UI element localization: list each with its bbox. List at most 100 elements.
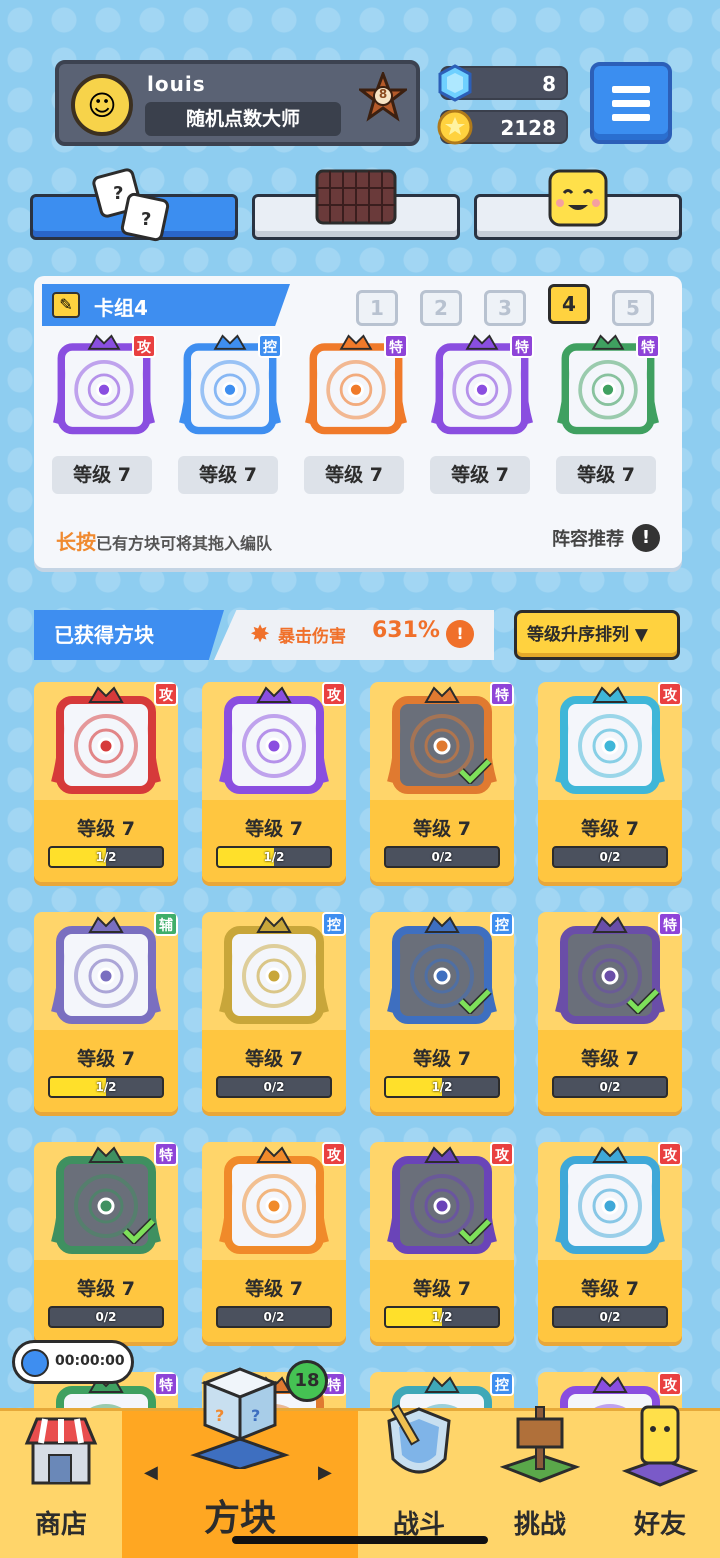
block-card[interactable]: 攻等级 7 1/2 <box>370 1142 514 1342</box>
nav-challenge[interactable]: 挑战 <box>480 1406 600 1558</box>
crit-label: 暴击伤害 <box>278 627 346 647</box>
level-label: 等级 7 <box>581 818 639 840</box>
block-frame-icon <box>554 686 666 798</box>
sort-button[interactable]: 等级升序排列 ▼ <box>514 610 680 660</box>
deck-card[interactable]: 特 等级 7 <box>304 334 408 494</box>
tab-emoji[interactable] <box>474 169 682 240</box>
right-arrow-icon[interactable]: ▶ <box>318 1462 332 1483</box>
block-card[interactable]: 攻等级 7 0/2 <box>538 682 682 882</box>
block-card[interactable]: 特等级 7 0/2 <box>370 682 514 882</box>
block-frame-icon <box>554 1146 666 1258</box>
deck-card[interactable]: 控 等级 7 <box>178 334 282 494</box>
block-frame-icon <box>50 686 162 798</box>
progress-bar: 1/2 <box>384 1076 500 1098</box>
deck-card[interactable]: 特 等级 7 <box>556 334 660 494</box>
block-card[interactable]: 攻等级 7 1/2 <box>34 682 178 882</box>
nav-shop-label: 商店 <box>34 1510 87 1540</box>
type-badge: 攻 <box>490 1142 514 1166</box>
deck-title-bar[interactable]: ✎ 卡组4 <box>42 284 290 326</box>
block-frame-icon: 特 <box>304 334 408 438</box>
type-badge: 攻 <box>154 682 178 706</box>
type-badge: 特 <box>636 334 660 358</box>
info-icon: ! <box>632 524 660 552</box>
dropdown-arrow-icon: ▼ <box>634 625 648 645</box>
block-card[interactable]: 攻等级 7 0/2 <box>538 1142 682 1342</box>
deck-card[interactable]: 特 等级 7 <box>430 334 534 494</box>
deck-number-button[interactable]: 4 <box>548 284 590 324</box>
type-badge: 辅 <box>154 912 178 936</box>
nav-shop[interactable]: 商店 <box>0 1411 122 1558</box>
avatar[interactable]: ☺ <box>71 74 133 136</box>
type-badge: 特 <box>384 334 408 358</box>
block-card[interactable]: 特等级 7 0/2 <box>34 1142 178 1342</box>
progress-text: 0/2 <box>599 850 621 864</box>
hint-highlight: 长按 <box>56 530 96 554</box>
block-frame-icon: 攻 <box>52 334 156 438</box>
block-card[interactable]: 攻等级 7 1/2 <box>202 682 346 882</box>
stopwatch-icon <box>21 1349 49 1377</box>
tab-dice[interactable]: ? ? <box>30 168 238 242</box>
menu-button[interactable] <box>590 62 672 144</box>
progress-text: 0/2 <box>263 1080 285 1094</box>
type-badge: 特 <box>510 334 534 358</box>
block-card[interactable]: 控等级 7 0/2 <box>202 912 346 1112</box>
lineup-recommend-button[interactable]: 阵容推荐 ! <box>552 524 660 552</box>
deck-number-button[interactable]: 3 <box>484 290 526 326</box>
progress-bar: 1/2 <box>384 1306 500 1328</box>
type-badge: 攻 <box>322 1142 346 1166</box>
block-card[interactable]: 攻等级 7 0/2 <box>202 1142 346 1342</box>
block-card[interactable]: 辅等级 7 1/2 <box>34 912 178 1112</box>
card-band <box>34 1260 178 1342</box>
crit-info-icon[interactable]: ! <box>446 620 474 648</box>
gem-counter[interactable]: 8 <box>438 64 568 102</box>
deck-card[interactable]: 攻 等级 7 <box>52 334 156 494</box>
progress-text: 0/2 <box>599 1310 621 1324</box>
deck-hint: 长按已有方块可将其拖入编队 <box>56 526 272 555</box>
progress-bar: 0/2 <box>216 1306 332 1328</box>
type-badge: 特 <box>154 1142 178 1166</box>
deck-number-button[interactable]: 1 <box>356 290 398 326</box>
crit-damage-panel[interactable]: ✸ 暴击伤害 631% ! <box>214 610 494 660</box>
progress-bar: 0/2 <box>552 1076 668 1098</box>
crit-value: 631% <box>372 618 440 643</box>
deck-number-button[interactable]: 2 <box>420 290 462 326</box>
owned-header: 已获得方块 ✸ 暴击伤害 631% ! <box>34 610 494 660</box>
dice-icon: ? ? <box>92 168 170 242</box>
coin-count: 2128 <box>500 116 556 140</box>
deck-number-button[interactable]: 5 <box>612 290 654 326</box>
left-arrow-icon[interactable]: ◀ <box>144 1462 158 1483</box>
edit-pencil-icon[interactable]: ✎ <box>52 292 80 318</box>
lineup-label: 阵容推荐 <box>552 529 624 550</box>
type-badge: 特 <box>658 912 682 936</box>
nav-friends[interactable]: 好友 <box>600 1405 720 1558</box>
home-indicator[interactable] <box>232 1536 488 1544</box>
board-icon <box>315 169 397 225</box>
profile-panel[interactable]: ☺ louis 随机点数大师 8 <box>55 60 420 146</box>
block-frame-icon: 特 <box>430 334 534 438</box>
blocks-pedestal-icon: ? ? <box>190 1367 290 1469</box>
level-label: 等级 7 <box>77 1048 135 1070</box>
tab-board[interactable] <box>252 169 460 240</box>
level-label: 等级 7 <box>52 456 152 494</box>
coin-counter[interactable]: 2128 <box>437 109 568 145</box>
menu-icon-line <box>612 100 650 107</box>
type-badge: 攻 <box>658 1142 682 1166</box>
shield-icon <box>387 1404 451 1474</box>
type-badge: 特 <box>154 1372 178 1396</box>
block-card[interactable]: 特等级 7 0/2 <box>538 912 682 1112</box>
rank-badge: 8 <box>356 69 410 124</box>
type-badge: 控 <box>490 1372 514 1396</box>
level-label: 等级 7 <box>556 456 656 494</box>
progress-text: 1/2 <box>263 850 285 864</box>
owned-label: 已获得方块 <box>34 610 224 660</box>
burst-icon: ✸ <box>250 620 271 648</box>
level-label: 等级 7 <box>413 1278 471 1300</box>
progress-text: 1/2 <box>95 850 117 864</box>
block-card[interactable]: 控等级 7 1/2 <box>370 912 514 1112</box>
card-band <box>202 800 346 882</box>
nav-friends-label: 好友 <box>633 1510 686 1540</box>
blocks-count-badge: 18 <box>286 1360 328 1402</box>
progress-text: 0/2 <box>263 1310 285 1324</box>
signpost-icon <box>500 1406 580 1483</box>
card-band <box>538 800 682 882</box>
